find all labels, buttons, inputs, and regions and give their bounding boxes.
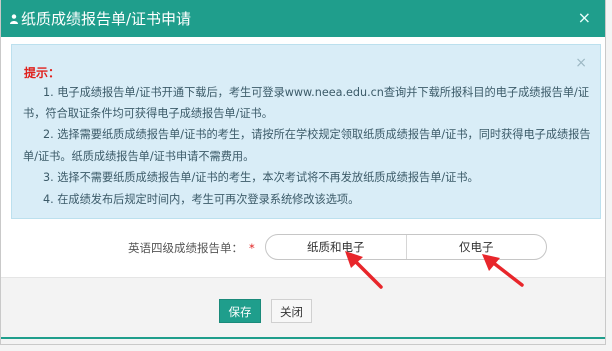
tip-line-1: 1. 电子成绩报告单/证书开通下载后，考生可登录www.neea.edu.cn查…	[43, 86, 590, 99]
option-paper-and-electronic[interactable]: 纸质和电子	[266, 235, 406, 259]
required-mark: *	[249, 241, 255, 255]
report-type-selector: 纸质和电子 仅电子	[265, 234, 547, 260]
tip-line-5: 3. 选择不需要纸质成绩报告单/证书的考生，本次考试将不再发放纸质成绩报告单/证…	[43, 171, 479, 184]
bottom-divider	[1, 337, 605, 339]
user-icon	[10, 14, 18, 24]
save-button[interactable]: 保存	[219, 299, 261, 323]
tip-line-3: 2. 选择需要纸质成绩报告单/证书的考生，请按所在学校规定领取纸质成绩报告单/证…	[43, 128, 591, 141]
tip-close-icon[interactable]: ×	[575, 55, 587, 71]
tip-box: × 提示： 1. 电子成绩报告单/证书开通下载后，考生可登录www.neea.e…	[11, 44, 601, 219]
close-icon[interactable]: ×	[578, 10, 591, 26]
dialog-header: 纸质成绩报告单/证书申请 ×	[1, 0, 605, 37]
tip-line-6: 4. 在成绩发布后规定时间内，考生可再次登录系统修改该选项。	[43, 193, 360, 206]
tip-line-4: 单/证书。纸质成绩报告单/证书申请不需费用。	[23, 150, 255, 163]
dialog-title: 纸质成绩报告单/证书申请	[21, 10, 192, 28]
tip-title: 提示：	[24, 66, 61, 80]
application-dialog: 纸质成绩报告单/证书申请 × × 提示： 1. 电子成绩报告单/证书开通下载后，…	[0, 0, 606, 345]
tip-line-2: 书，符合取证条件均可获得电子成绩报告单/证书。	[23, 107, 273, 120]
close-button[interactable]: 关闭	[271, 299, 312, 323]
option-electronic-only[interactable]: 仅电子	[405, 235, 547, 259]
report-type-label-text: 英语四级成绩报告单：	[128, 241, 243, 255]
report-type-label: 英语四级成绩报告单： *	[128, 240, 255, 256]
